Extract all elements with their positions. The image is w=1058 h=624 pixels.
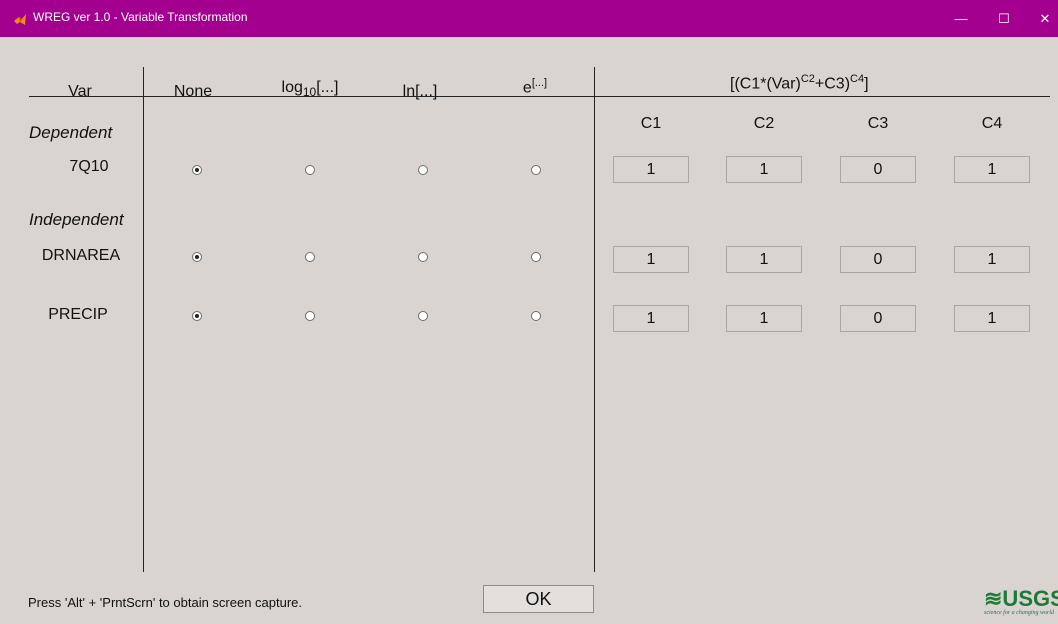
c3-field-precip[interactable]: 0 — [840, 305, 916, 332]
radio-7q10-exp[interactable] — [531, 165, 541, 175]
formula-part-a: [(C1*(Var) — [730, 75, 801, 93]
radio-drnarea-ln[interactable] — [418, 252, 428, 262]
matlab-icon — [14, 14, 26, 25]
radio-drnarea-exp[interactable] — [531, 252, 541, 262]
minimize-button[interactable]: — — [946, 8, 976, 30]
c1-field-drnarea[interactable]: 1 — [613, 246, 689, 273]
formula-sup-c2: C2 — [800, 73, 815, 85]
transform-column-divider — [594, 67, 595, 572]
radio-7q10-none[interactable] — [192, 165, 202, 175]
status-text: Press 'Alt' + 'PrntScrn' to obtain scree… — [28, 595, 303, 610]
dialog-body: Var None log10[...] ln[...] e[...] [(C1*… — [0, 37, 1058, 624]
col-header-c4: C4 — [981, 115, 1003, 132]
header-log10-base: log — [281, 79, 303, 96]
c2-field-drnarea[interactable]: 1 — [726, 246, 802, 273]
c2-field-7q10[interactable]: 1 — [726, 156, 802, 183]
radio-precip-ln[interactable] — [418, 311, 428, 321]
header-exp: e[...] — [505, 77, 565, 97]
usgs-logo-tagline: science for a changing world — [984, 610, 1054, 616]
title-bar: WREG ver 1.0 - Variable Transformation —… — [0, 0, 1058, 37]
maximize-button[interactable]: ☐ — [989, 8, 1019, 30]
var-name-drnarea: DRNAREA — [41, 247, 121, 264]
formula-part-b: +C3) — [814, 75, 851, 93]
radio-precip-none[interactable] — [192, 311, 202, 321]
independent-label: Independent — [29, 210, 124, 229]
var-column-divider — [143, 67, 144, 572]
var-name-7q10: 7Q10 — [69, 158, 109, 175]
c3-field-7q10[interactable]: 0 — [840, 156, 916, 183]
ok-button[interactable]: OK — [483, 585, 594, 613]
header-var: Var — [68, 83, 92, 100]
header-log10-sub: 10 — [302, 85, 317, 100]
c4-field-7q10[interactable]: 1 — [954, 156, 1030, 183]
radio-7q10-ln[interactable] — [418, 165, 428, 175]
c3-field-drnarea[interactable]: 0 — [840, 246, 916, 273]
var-name-precip: PRECIP — [48, 306, 108, 323]
header-none: None — [173, 83, 213, 100]
header-formula: [(C1*(Var)C2+C3)C4] — [730, 73, 920, 93]
formula-sup-c4: C4 — [850, 73, 865, 85]
window-title: WREG ver 1.0 - Variable Transformation — [33, 10, 248, 24]
col-header-c1: C1 — [640, 115, 662, 132]
header-exp-sup: [...] — [531, 77, 548, 89]
usgs-logo-text: ≋USGS — [984, 588, 1058, 611]
radio-drnarea-none[interactable] — [192, 252, 202, 262]
radio-7q10-log10[interactable] — [305, 165, 315, 175]
col-header-c3: C3 — [867, 115, 889, 132]
col-header-c2: C2 — [753, 115, 775, 132]
c2-field-precip[interactable]: 1 — [726, 305, 802, 332]
c1-field-precip[interactable]: 1 — [613, 305, 689, 332]
c1-field-7q10[interactable]: 1 — [613, 156, 689, 183]
c4-field-drnarea[interactable]: 1 — [954, 246, 1030, 273]
close-button[interactable]: ✕ — [1030, 8, 1058, 30]
formula-part-c: ] — [864, 75, 869, 93]
header-divider — [29, 96, 1050, 97]
usgs-logo: ≋USGS science for a changing world — [984, 588, 1058, 621]
radio-precip-exp[interactable] — [531, 311, 541, 321]
c4-field-precip[interactable]: 1 — [954, 305, 1030, 332]
header-log10-tail: [...] — [316, 79, 339, 96]
header-ln: ln[...] — [402, 83, 438, 100]
header-exp-base: e — [522, 79, 532, 97]
dependent-label: Dependent — [29, 123, 113, 142]
radio-precip-log10[interactable] — [305, 311, 315, 321]
radio-drnarea-log10[interactable] — [305, 252, 315, 262]
